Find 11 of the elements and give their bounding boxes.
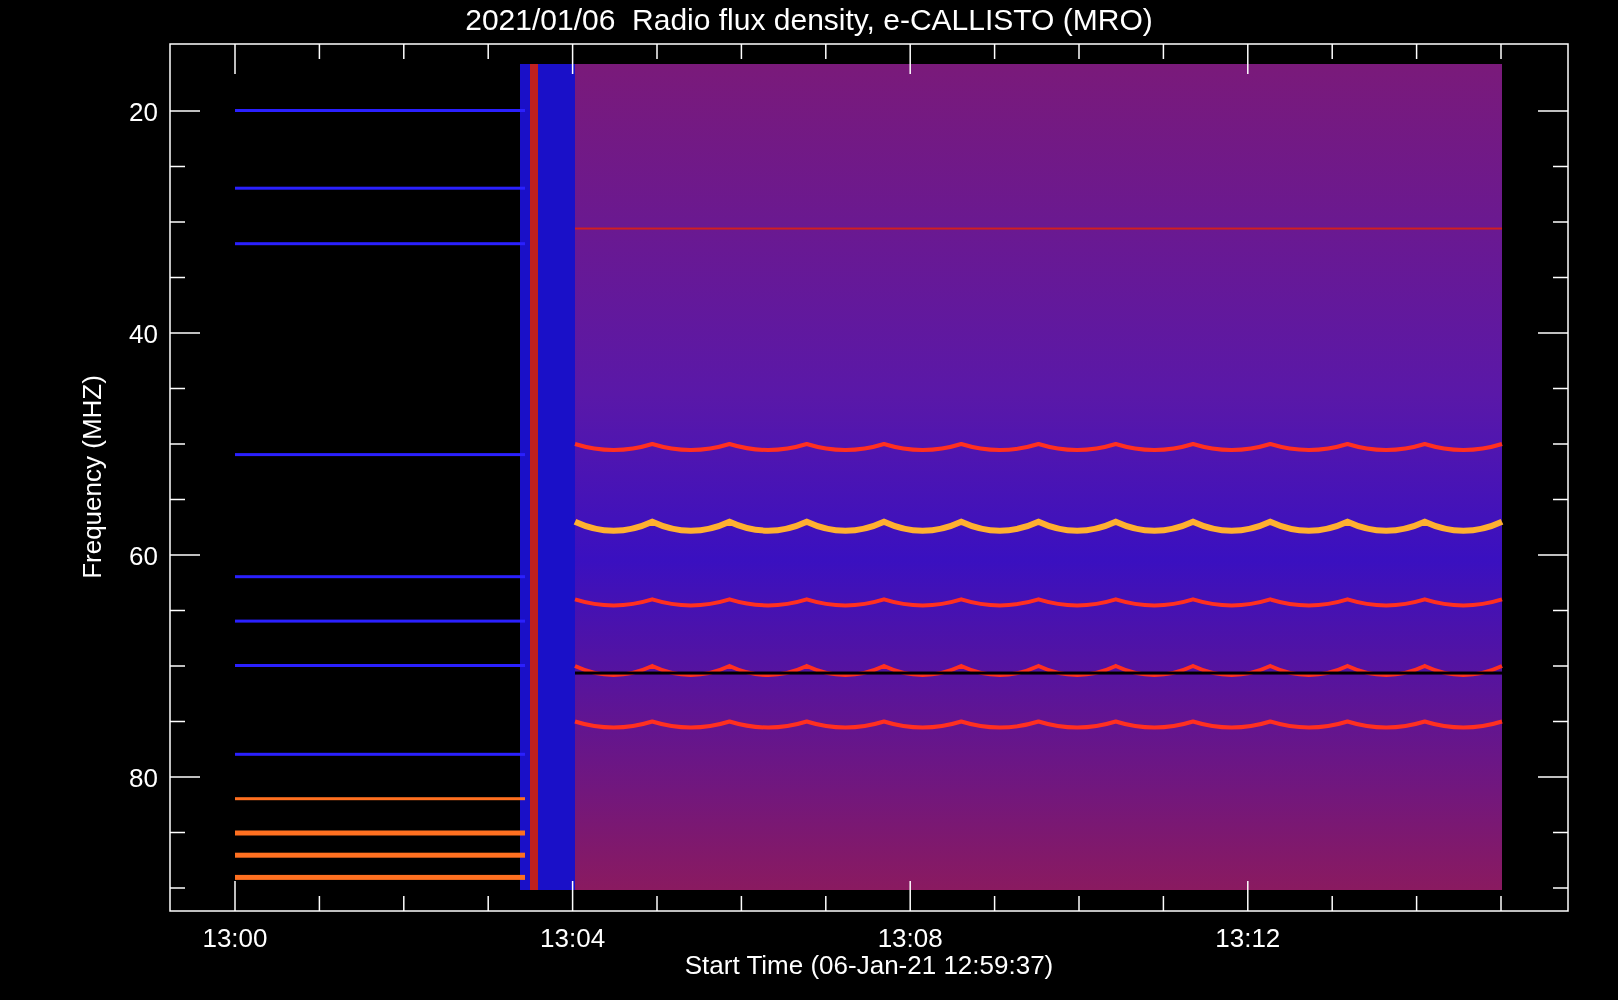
y-tick-label: 80 xyxy=(129,763,158,793)
y-tick-label: 20 xyxy=(129,97,158,127)
x-tick-label: 13:08 xyxy=(877,923,943,953)
x-tick-label: 13:00 xyxy=(202,923,268,953)
x-axis-label: Start Time (06-Jan-21 12:59:37) xyxy=(684,950,1054,980)
x-tick-label: 13:04 xyxy=(540,923,606,953)
y-tick-label: 40 xyxy=(129,319,158,349)
y-tick-label: 60 xyxy=(129,541,158,571)
y-axis-label: Frequency (MHZ) xyxy=(77,375,107,579)
chart-title: 2021/01/06 Radio flux density, e-CALLISTO (MRO) xyxy=(465,3,1153,36)
x-tick-label: 13:12 xyxy=(1215,923,1281,953)
